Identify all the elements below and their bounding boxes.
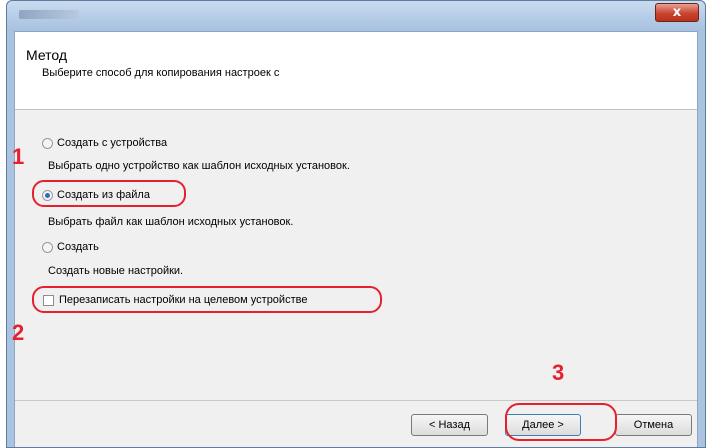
highlight-next (505, 403, 617, 441)
wizard-header: Метод Выберите способ для копирования на… (15, 32, 697, 110)
close-button[interactable]: x (655, 3, 699, 22)
radio-from-device[interactable]: Создать с устройства (42, 137, 167, 149)
radio-create-new[interactable]: Создать (42, 241, 99, 253)
footer-separator (15, 400, 697, 401)
highlight-overwrite (32, 286, 382, 313)
page-subtitle: Выберите способ для копирования настроек… (42, 67, 280, 79)
wizard-client-area: Метод Выберите способ для копирования на… (14, 31, 698, 447)
step-number-1: 1 (12, 144, 25, 169)
wizard-window: x Метод Выберите способ для копирования … (6, 0, 706, 448)
page-title: Метод (26, 47, 68, 63)
radio-icon[interactable] (42, 241, 53, 253)
highlight-from-file (32, 180, 186, 207)
from-device-description: Выбрать одно устройство как шаблон исход… (48, 160, 350, 172)
create-new-description: Создать новые настройки. (48, 265, 184, 277)
radio-create-new-label: Создать (57, 241, 99, 253)
title-bar: x (7, 1, 705, 31)
back-button[interactable]: < Назад (411, 414, 488, 436)
radio-icon[interactable] (42, 137, 53, 149)
radio-from-device-label: Создать с устройства (57, 137, 168, 149)
window-title-blurred (19, 10, 79, 19)
from-file-description: Выбрать файл как шаблон исходных установ… (48, 216, 294, 228)
step-number-2: 2 (12, 320, 25, 345)
step-number-3: 3 (552, 360, 565, 385)
cancel-button[interactable]: Отмена (615, 414, 692, 436)
